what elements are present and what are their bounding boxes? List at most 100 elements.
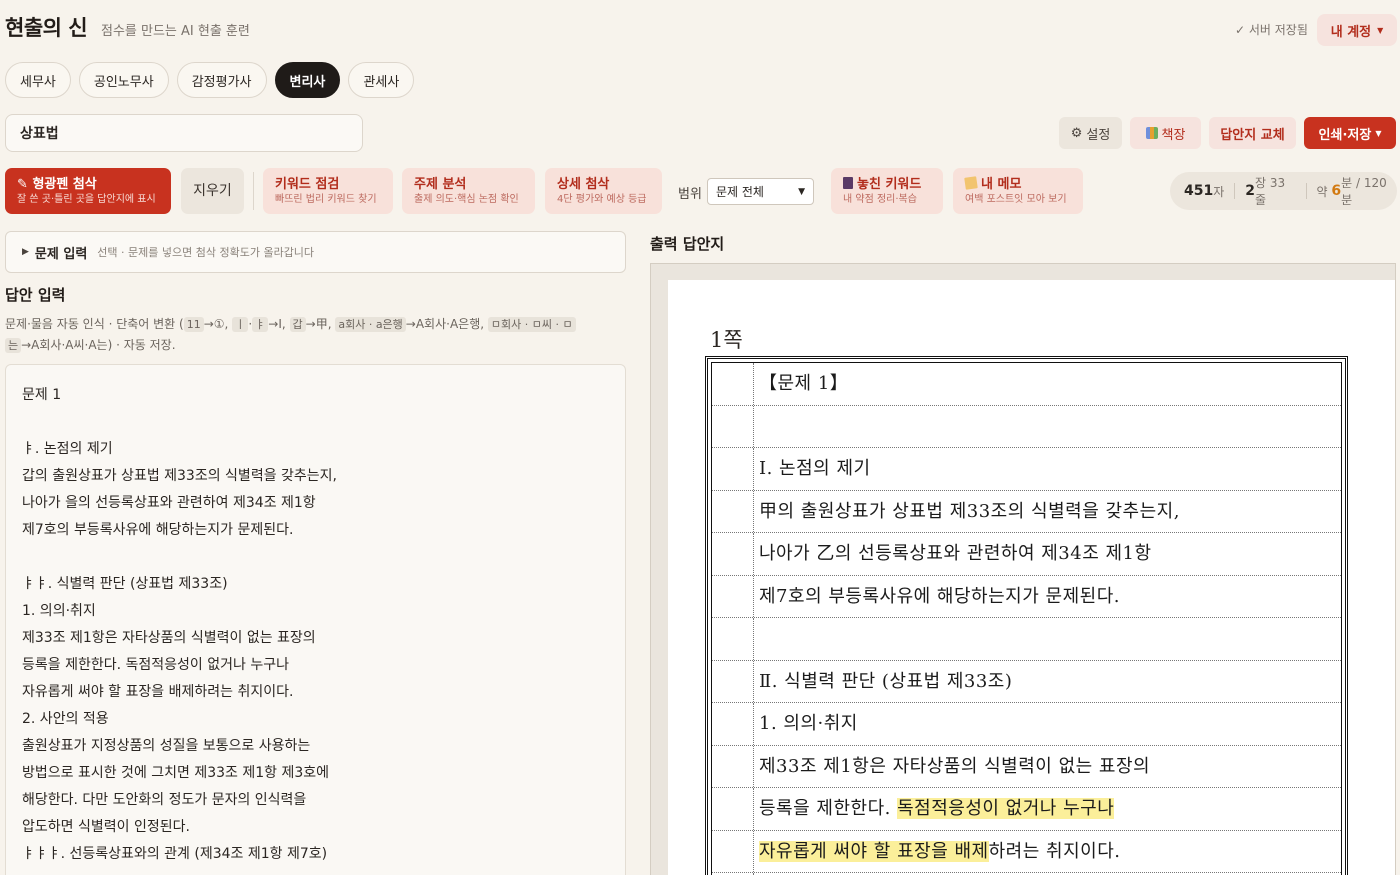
sheet-row: Ⅰ. 논점의 제기	[712, 448, 1341, 491]
highlighted-text[interactable]: 자유롭게 써야 할 표장을 배제	[759, 840, 989, 862]
sheet-row-text: Ⅰ. 논점의 제기	[759, 458, 871, 479]
sheet-row-gutter	[712, 575, 754, 617]
sheet-row-text: 1. 의의·취지	[759, 713, 858, 734]
output-sheet-title: 출력 답안지	[650, 235, 725, 253]
answer-line: 방법으로 표시한 것에 그치면 제33조 제1항 제3호에	[22, 765, 330, 781]
sheet-row-text: Ⅱ. 식별력 판단 (상표법 제33조)	[759, 670, 1013, 692]
app-title: 현출의 신	[5, 16, 88, 40]
sheet-row-gutter	[712, 788, 754, 830]
detailed-review-button[interactable]: 상세 첨삭 4단 평가와 예상 등급	[545, 168, 662, 214]
tab-감정평가사[interactable]: 감정평가사	[176, 62, 267, 98]
answer-line: ㅑㅑ. 식별력 판단 (상표법 제33조)	[22, 576, 228, 592]
answer-sheet-page: 1쪽 【문제 1】 Ⅰ. 논점의 제기 甲의 출원상표가 상표법 제33조의 식별력…	[668, 280, 1395, 875]
answer-line: 해당한다. 다만 도안화의 정도가 문자의 인식력을	[22, 792, 307, 808]
answer-sheet-grid: 【문제 1】 Ⅰ. 논점의 제기 甲의 출원상표가 상표법 제33조의 식별력을 갖…	[705, 356, 1348, 875]
sheet-row-text: 제33조 제1항은 자타상품의 식별력이 없는 표장의	[759, 755, 1151, 777]
save-status: ✓ 서버 저장됨	[1235, 23, 1308, 37]
books-icon	[1145, 127, 1158, 139]
gear-icon: ⚙	[1070, 125, 1083, 141]
sheet-row: 제33조 제1항은 자타상품의 식별력이 없는 표장의	[712, 745, 1341, 788]
sheet-row: 제7호의 부등록사유에 해당하는지가 문제된다.	[712, 575, 1341, 618]
sheet-row-text: 甲의 출원상표가 상표법 제33조의 식별력을 갖추는지,	[759, 500, 1180, 522]
subject-input[interactable]: 상표법	[5, 114, 363, 152]
answer-line: 문제 1	[22, 387, 62, 403]
sheet-row-text: 제7호의 부등록사유에 해당하는지가 문제된다.	[759, 585, 1120, 607]
answer-textarea[interactable]: 문제 1 ㅑ. 논점의 제기 갑의 출원상표가 상표법 제33조의 식별력을 갖…	[5, 364, 626, 875]
sheet-row: Ⅱ. 식별력 판단 (상표법 제33조)	[712, 660, 1341, 703]
answer-line: 압도하면 식별력이 인정된다.	[22, 819, 190, 835]
clear-button[interactable]: 지우기	[181, 168, 244, 214]
sheet-row-gutter	[712, 618, 754, 660]
notebook-icon	[843, 176, 853, 189]
answer-line	[22, 409, 609, 436]
output-sheet-viewer[interactable]: 1쪽 【문제 1】 Ⅰ. 논점의 제기 甲의 출원상표가 상표법 제33조의 식별력…	[650, 263, 1396, 875]
answer-line: 출원상표가 지정상품의 성질을 보통으로 사용하는	[22, 738, 311, 754]
answer-line: ㅑㅑㅑ. 선등록상표와의 관계 (제34조 제1항 제7호)	[22, 846, 328, 862]
answer-line: 등록을 제한한다. 독점적응성이 없거나 누구나	[22, 657, 289, 673]
answer-input-help: 문제·물음 자동 인식 · 단축어 변환 (11 →①, ㅣ · ㅑ →Ⅰ, 갑 →甲, …	[5, 314, 623, 356]
topic-analysis-button[interactable]: 주제 분석 출제 의도·핵심 논점 확인	[402, 168, 535, 214]
answer-line: 갑의 출원상표가 상표법 제33조의 식별력을 갖추는지,	[22, 468, 337, 484]
scope-label: 범위	[678, 187, 702, 202]
sheet-row-text: 등록을 제한한다. 독점적응성이 없거나 누구나	[759, 798, 1115, 819]
sheet-row: 甲의 출원상표가 상표법 제33조의 식별력을 갖추는지,	[712, 490, 1341, 533]
sheet-row	[712, 405, 1341, 448]
highlight-review-button[interactable]: ✎ 형광펜 첨삭 잘 쓴 곳·틀린 곳을 답안지에 표시	[5, 168, 171, 214]
answer-line	[22, 544, 609, 571]
print-save-button[interactable]: 인쇄·저장 ▼	[1304, 117, 1396, 149]
question-input-toggle[interactable]: ▶ 문제 입력 선택 · 문제를 넣으면 첨삭 정확도가 올라갑니다	[5, 231, 626, 273]
answer-line: 제7호의 부등록사유에 해당하는지가 문제된다.	[22, 522, 294, 538]
sheet-row-text: 나아가 乙의 선등록상표와 관련하여 제34조 제1항	[759, 543, 1152, 564]
answer-line: 나아가 을의 선등록상표와 관련하여 제34조 제1항	[22, 495, 316, 511]
top-bar: 현출의 신 점수를 만드는 AI 현출 훈련 ✓ 서버 저장됨 내 계정 ▼	[0, 0, 1400, 56]
char-count: 451	[1184, 183, 1214, 199]
sheet-row-gutter	[712, 703, 754, 745]
my-memo-button[interactable]: 내 메모 여백 포스트잇 모아 보기	[953, 168, 1083, 214]
bookshelf-button[interactable]: 책장	[1130, 117, 1201, 149]
keyword-check-button[interactable]: 키워드 점검 빠뜨린 법리 키워드 찾기	[263, 168, 393, 214]
sheet-row-text: 자유롭게 써야 할 표장을 배제하려는 취지이다.	[759, 840, 1121, 862]
sheet-row: 나아가 乙의 선등록상표와 관련하여 제34조 제1항	[712, 533, 1341, 576]
page-number: 1쪽	[710, 328, 743, 352]
answer-line: 제33조 제1항은 자타상품의 식별력이 없는 표장의	[22, 630, 316, 646]
sheet-row-gutter	[712, 830, 754, 872]
chevron-down-icon: ▼	[798, 186, 805, 197]
caret-down-icon: ▼	[1377, 25, 1384, 35]
account-menu-button[interactable]: 내 계정 ▼	[1317, 14, 1397, 46]
answer-input-title: 답안 입력	[5, 286, 66, 304]
sheet-row-gutter	[712, 660, 754, 702]
caret-down-icon: ▼	[1375, 128, 1382, 138]
answer-stats: 451 자 2장 33줄 약 6분 / 120분	[1170, 172, 1397, 210]
answer-line: 자유롭게 써야 할 표장을 배제하려는 취지이다.	[22, 684, 294, 700]
sheet-row-gutter	[712, 745, 754, 787]
sheet-row-gutter	[712, 533, 754, 575]
sheet-row-gutter	[712, 448, 754, 490]
answer-line: 2. 사안의 적용	[22, 711, 109, 727]
exam-tabs: 세무사 공인노무사 감정평가사 변리사 관세사	[5, 62, 415, 98]
sheet-row: 자유롭게 써야 할 표장을 배제하려는 취지이다.	[712, 830, 1341, 873]
tab-공인노무사[interactable]: 공인노무사	[78, 62, 169, 98]
highlighted-text[interactable]: 독점적응성이 없거나 누구나	[897, 798, 1115, 819]
sheet-row: 등록을 제한한다. 독점적응성이 없거나 누구나	[712, 788, 1341, 831]
answer-line: 1. 의의·취지	[22, 603, 96, 619]
sheet-row: 【문제 1】	[712, 363, 1341, 406]
time-estimate: 6	[1331, 183, 1342, 199]
app-subtitle: 점수를 만드는 AI 현출 훈련	[101, 24, 250, 39]
toolbar-divider	[253, 172, 254, 210]
triangle-right-icon: ▶	[22, 247, 29, 257]
pencil-icon: ✎	[17, 176, 28, 192]
missed-keywords-button[interactable]: 놓친 키워드 내 약점 정리·복습	[831, 168, 943, 214]
sheet-row: 1. 의의·취지	[712, 703, 1341, 746]
settings-button[interactable]: ⚙ 설정	[1059, 117, 1122, 149]
swap-sheet-button[interactable]: 답안지 교체	[1209, 117, 1296, 149]
tab-변리사[interactable]: 변리사	[274, 62, 341, 98]
scope-select[interactable]: 문제 전체 ▼	[707, 178, 814, 205]
sheet-row-text: 【문제 1】	[759, 373, 849, 394]
tab-세무사[interactable]: 세무사	[5, 62, 71, 98]
account-label: 내 계정	[1330, 24, 1372, 40]
sheet-row-gutter	[712, 490, 754, 532]
sheet-row-gutter	[712, 363, 754, 405]
tab-관세사[interactable]: 관세사	[348, 62, 415, 98]
sheet-row	[712, 618, 1341, 661]
sheet-row-gutter	[712, 405, 754, 447]
